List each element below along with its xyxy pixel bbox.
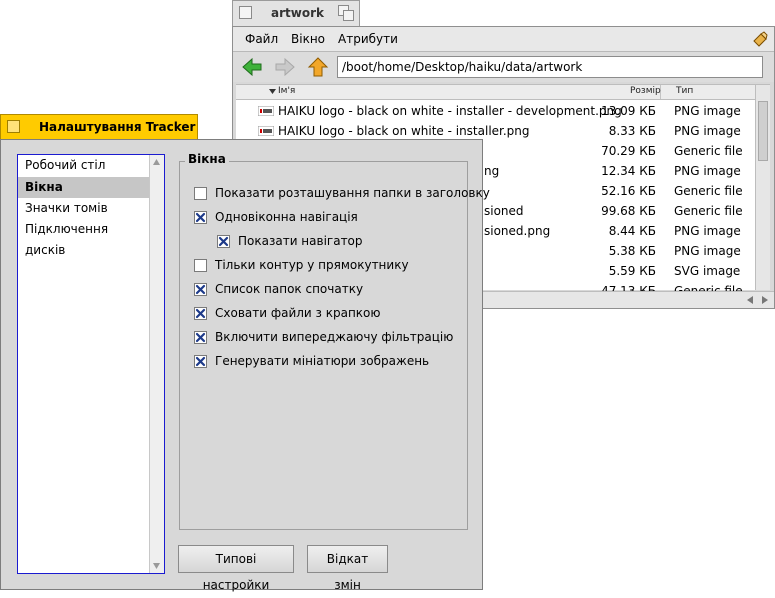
forward-arrow-icon[interactable] xyxy=(274,56,296,78)
menu-bar: Файл Вікно Атрибути xyxy=(233,27,774,52)
menu-window[interactable]: Вікно xyxy=(291,32,325,46)
check-x-icon xyxy=(195,332,206,343)
file-size: 8.33 КБ xyxy=(608,124,656,138)
file-size: 13.09 КБ xyxy=(601,104,656,118)
sidebar-item-volume-icons[interactable]: Значки томів xyxy=(18,198,150,219)
file-size: 70.29 КБ xyxy=(601,144,656,158)
file-name: HAIKU logo - black on white - installer … xyxy=(278,104,622,118)
column-kind[interactable]: Тип xyxy=(676,86,693,96)
window-title: artwork xyxy=(271,6,324,20)
file-size: 5.59 КБ xyxy=(608,264,656,278)
option-label: Список папок спочатку xyxy=(215,282,364,296)
sort-down-icon xyxy=(269,89,276,94)
window-title: Налаштування Tracker xyxy=(39,120,196,134)
column-size[interactable]: Розмір xyxy=(630,86,661,96)
option-label: Одновіконна навігація xyxy=(215,210,358,224)
option-label: Включити випереджаючу фільтрацію xyxy=(215,330,454,344)
file-size: 12.34 КБ xyxy=(601,164,656,178)
file-kind: Generic file xyxy=(674,184,743,198)
file-kind: Generic file xyxy=(674,144,743,158)
file-kind: PNG image xyxy=(674,244,741,258)
checkbox[interactable] xyxy=(194,307,207,320)
file-name: sioned.png xyxy=(484,224,551,238)
checkbox[interactable] xyxy=(194,355,207,368)
image-file-icon xyxy=(258,126,274,136)
option-label: Сховати файли з крапкою xyxy=(215,306,381,320)
option-label: Генерувати мініатюри зображень xyxy=(215,354,430,368)
checkbox[interactable] xyxy=(194,187,207,200)
sidebar-scrollbar[interactable] xyxy=(149,155,164,573)
list-header: Ім'я Розмір Тип xyxy=(236,85,756,100)
file-kind: PNG image xyxy=(674,164,741,178)
file-kind: PNG image xyxy=(674,104,741,118)
checkbox[interactable] xyxy=(194,259,207,272)
file-kind: PNG image xyxy=(674,124,741,138)
file-size: 52.16 КБ xyxy=(601,184,656,198)
revert-button[interactable]: Відкат змін xyxy=(307,545,388,592)
settings-sidebar: Робочий стіл Вікна Значки томів Підключе… xyxy=(17,154,165,574)
scroll-down-icon[interactable] xyxy=(153,563,160,569)
navigation-bar: /boot/home/Desktop/haiku/data/artwork xyxy=(233,52,774,82)
menu-file[interactable]: Файл xyxy=(245,32,278,46)
file-name: HAIKU logo - black on white - installer.… xyxy=(278,124,530,138)
scroll-right-icon[interactable] xyxy=(761,296,768,304)
up-arrow-icon[interactable] xyxy=(307,56,329,78)
file-row[interactable]: HAIKU logo - black on white - installer.… xyxy=(236,121,756,141)
check-x-icon xyxy=(195,284,206,295)
close-box-icon[interactable] xyxy=(239,6,252,19)
file-kind: PNG image xyxy=(674,224,741,238)
checkbox[interactable] xyxy=(217,235,230,248)
check-x-icon xyxy=(195,212,206,223)
file-kind: Generic file xyxy=(674,204,743,218)
group-title: Вікна xyxy=(185,152,229,166)
check-x-icon xyxy=(195,356,206,367)
file-name: sioned xyxy=(484,204,524,218)
check-x-icon xyxy=(218,236,229,247)
checkbox[interactable] xyxy=(194,331,207,344)
file-browser-tab[interactable]: artwork xyxy=(232,0,360,26)
prefs-window-tab[interactable]: Налаштування Tracker xyxy=(0,114,198,140)
file-size: 8.44 КБ xyxy=(608,224,656,238)
image-file-icon xyxy=(258,106,274,116)
sidebar-item-disk-mount[interactable]: Підключення дисків xyxy=(18,219,150,257)
file-kind: SVG image xyxy=(674,264,741,278)
file-row[interactable]: HAIKU logo - black on white - installer … xyxy=(236,101,756,121)
checkbox[interactable] xyxy=(194,283,207,296)
sidebar-item-windows[interactable]: Вікна xyxy=(18,177,150,198)
file-size: 5.38 КБ xyxy=(608,244,656,258)
check-x-icon xyxy=(195,308,206,319)
back-arrow-icon[interactable] xyxy=(241,56,263,78)
scroll-up-icon[interactable] xyxy=(153,159,160,165)
scroll-left-icon[interactable] xyxy=(747,296,754,304)
path-input[interactable]: /boot/home/Desktop/haiku/data/artwork xyxy=(337,56,763,78)
scroll-thumb[interactable] xyxy=(758,101,768,161)
option-label: Показати розташування папки в заголовку xyxy=(215,186,490,200)
sidebar-item-desktop[interactable]: Робочий стіл xyxy=(18,155,150,176)
vertical-scrollbar[interactable] xyxy=(755,85,770,290)
option-label: Тільки контур у прямокутнику xyxy=(215,258,409,272)
defaults-button[interactable]: Типові настройки xyxy=(178,545,294,592)
tracker-preferences-window: Робочий стіл Вікна Значки томів Підключе… xyxy=(0,139,490,592)
file-name: ng xyxy=(484,164,500,178)
menu-attributes[interactable]: Атрибути xyxy=(338,32,398,46)
file-size: 99.68 КБ xyxy=(601,204,656,218)
column-name[interactable]: Ім'я xyxy=(278,86,295,96)
zoom-box-icon[interactable] xyxy=(338,5,354,21)
close-box-icon[interactable] xyxy=(7,120,20,133)
option-label: Показати навігатор xyxy=(238,234,363,248)
tracker-icon[interactable] xyxy=(752,31,768,47)
checkbox[interactable] xyxy=(194,211,207,224)
